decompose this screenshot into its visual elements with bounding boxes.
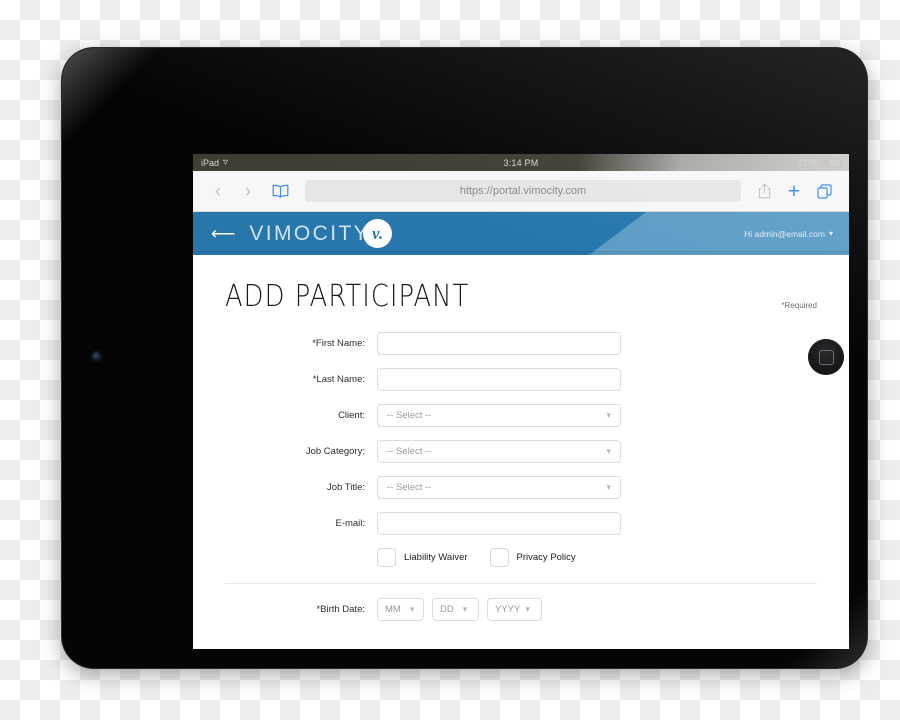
select-client-value: -- Select -- xyxy=(387,410,432,421)
select-job-category[interactable]: -- Select -- ▾ xyxy=(377,440,621,463)
chevron-left-icon[interactable]: ‹ xyxy=(203,182,233,201)
label-birth-date: *Birth Date: xyxy=(316,604,365,615)
chevron-down-icon: ▾ xyxy=(409,604,415,614)
add-participant-form: *First Name: *Last Name: Client: -- Sele… xyxy=(225,332,817,621)
chevron-down-icon: ▾ xyxy=(828,229,833,238)
label-email: E-mail: xyxy=(335,518,365,529)
input-email[interactable] xyxy=(377,512,621,535)
select-job-title-value: -- Select -- xyxy=(387,482,432,493)
label-last-name: *Last Name: xyxy=(312,374,365,385)
battery-percent-label: 32 % xyxy=(797,157,818,168)
ios-status-bar: iPad ▿ 3:14 PM 32 % xyxy=(193,154,849,171)
chevron-down-icon: ▾ xyxy=(606,410,611,420)
label-job-category: Job Category: xyxy=(305,446,365,457)
select-birth-month-value: MM xyxy=(385,604,401,615)
section-divider xyxy=(225,583,817,584)
home-button[interactable] xyxy=(808,339,844,375)
chevron-down-icon: ▾ xyxy=(606,482,611,492)
select-birth-year-value: YYYY xyxy=(495,604,521,615)
label-first-name: *First Name: xyxy=(312,338,365,349)
book-icon[interactable] xyxy=(263,184,297,198)
address-bar[interactable]: https://portal.vimocity.com xyxy=(305,180,741,202)
front-camera xyxy=(92,352,101,361)
form-row-first-name: *First Name: xyxy=(225,332,817,355)
select-job-category-value: -- Select -- xyxy=(387,446,432,457)
required-note: *Required xyxy=(781,301,817,310)
chevron-down-icon: ▾ xyxy=(525,604,530,614)
address-bar-url: https://portal.vimocity.com xyxy=(459,185,587,197)
form-row-job-category: Job Category: -- Select -- ▾ xyxy=(225,440,817,463)
select-job-title[interactable]: -- Select -- ▾ xyxy=(377,476,621,499)
checkbox-privacy-policy[interactable] xyxy=(489,548,509,567)
status-bar-right: 32 % xyxy=(797,157,843,168)
page-content: ADD PARTICIPANT *Required *First Name: *… xyxy=(193,255,849,649)
form-row-job-title: Job Title: -- Select -- ▾ xyxy=(225,476,817,499)
app-header: ⟵ VIMOCITY v. Hi admin@email.com ▾ xyxy=(193,212,849,255)
user-menu[interactable]: Hi admin@email.com ▾ xyxy=(744,229,833,239)
home-button-square-icon xyxy=(818,349,834,365)
page-title: ADD PARTICIPANT xyxy=(225,279,470,314)
form-row-email: E-mail: xyxy=(225,512,817,535)
select-birth-day[interactable]: DD ▾ xyxy=(432,598,479,621)
label-liability-waiver: Liability Waiver xyxy=(404,552,468,563)
chevron-down-icon: ▾ xyxy=(606,446,611,456)
consent-checkbox-row: Liability Waiver Privacy Policy xyxy=(377,548,817,567)
tabs-icon[interactable] xyxy=(809,183,839,199)
form-row-client: Client: -- Select -- ▾ xyxy=(225,404,817,427)
ipad-device: iPad ▿ 3:14 PM 32 % ‹ › https://portal.v… xyxy=(62,48,867,668)
battery-fill xyxy=(824,159,830,166)
screenshot-stage: iPad ▿ 3:14 PM 32 % ‹ › https://portal.v… xyxy=(0,0,900,720)
brand-name: VIMOCITY xyxy=(249,221,371,245)
page-title-row: ADD PARTICIPANT *Required xyxy=(225,279,817,314)
device-screen: iPad ▿ 3:14 PM 32 % ‹ › https://portal.v… xyxy=(193,154,849,649)
form-row-last-name: *Last Name: xyxy=(225,368,817,391)
select-birth-day-value: DD xyxy=(440,604,454,615)
form-row-birth-date: *Birth Date: MM ▾ DD ▾ YYYY ▾ xyxy=(225,598,817,621)
select-birth-year[interactable]: YYYY ▾ xyxy=(487,598,542,621)
arrow-left-icon[interactable]: ⟵ xyxy=(211,225,235,242)
battery-icon xyxy=(822,157,843,168)
chevron-right-icon[interactable]: › xyxy=(233,182,263,201)
brand-logo[interactable]: VIMOCITY v. xyxy=(249,219,393,248)
safari-toolbar: ‹ › https://portal.vimocity.com + xyxy=(193,171,849,212)
input-last-name[interactable] xyxy=(377,368,621,391)
input-first-name[interactable] xyxy=(377,332,621,355)
label-privacy-policy: Privacy Policy xyxy=(516,552,576,563)
status-bar-clock: 3:14 PM xyxy=(503,157,539,168)
label-job-title: Job Title: xyxy=(326,482,365,493)
share-icon[interactable] xyxy=(749,183,779,199)
plus-icon[interactable]: + xyxy=(779,181,809,202)
user-greeting-label: Hi admin@email.com xyxy=(744,228,825,239)
checkbox-liability-waiver[interactable] xyxy=(377,548,396,567)
select-birth-month[interactable]: MM ▾ xyxy=(377,598,424,621)
select-client[interactable]: -- Select -- ▾ xyxy=(377,404,621,427)
brand-badge-icon: v. xyxy=(363,219,393,248)
chevron-down-icon: ▾ xyxy=(462,604,468,614)
label-client: Client: xyxy=(338,410,365,421)
